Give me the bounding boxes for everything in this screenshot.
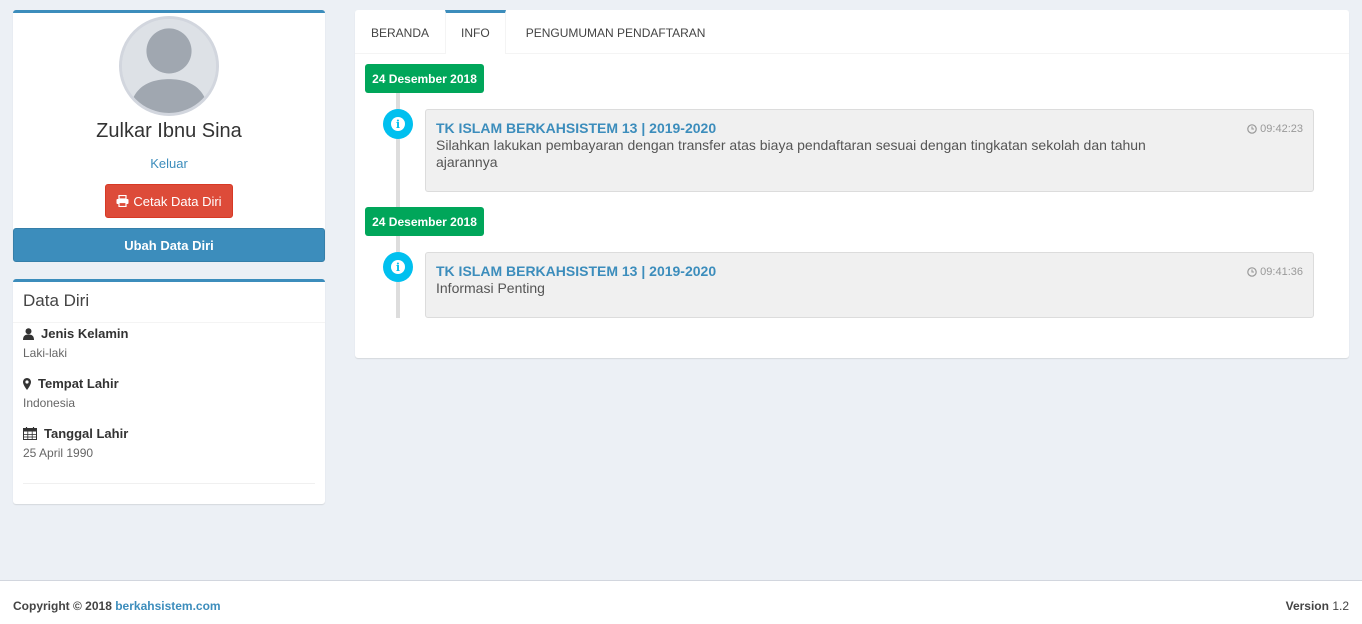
edit-data-button[interactable]: Ubah Data Diri: [13, 228, 325, 262]
footer: Copyright © 2018 berkahsistem.com Versio…: [0, 580, 1362, 624]
timeline-item-body: Informasi Penting: [436, 280, 545, 296]
timeline-item-title[interactable]: TK ISLAM BERKAHSISTEM 13 | 2019-2020: [436, 263, 1303, 279]
timeline-date-label: 24 Desember 2018: [365, 207, 484, 236]
clock-icon: [1247, 267, 1257, 277]
timeline-time-text: 09:42:23: [1260, 123, 1303, 135]
site-link[interactable]: berkahsistem.com: [115, 599, 220, 613]
timeline-item-time: 09:42:23: [1247, 123, 1303, 135]
timeline-date-label: 24 Desember 2018: [365, 64, 484, 93]
data-item-value: 25 April 1990: [23, 446, 94, 460]
timeline-item-title[interactable]: TK ISLAM BERKAHSISTEM 13 | 2019-2020: [436, 120, 1303, 136]
user-icon: [23, 327, 34, 340]
data-item-gender: Jenis Kelamin Laki-laki: [23, 326, 315, 360]
clock-icon: [1247, 124, 1257, 134]
data-item-birthplace: Tempat Lahir Indonesia: [23, 376, 315, 410]
data-item-value: Indonesia: [23, 396, 76, 410]
divider: [23, 483, 315, 484]
data-diri-box: Data Diri Jenis Kelamin Laki-laki Tempat…: [13, 279, 325, 504]
data-item-birthdate: Tanggal Lahir 25 April 1990: [23, 426, 315, 460]
info-icon: i: [383, 252, 413, 282]
timeline-item: TK ISLAM BERKAHSISTEM 13 | 2019-2020 09:…: [425, 252, 1314, 318]
data-item-label: Tanggal Lahir: [44, 426, 129, 441]
version-label: Version: [1285, 599, 1329, 613]
timeline-item-body: Silahkan lakukan pembayaran dengan trans…: [436, 137, 1146, 170]
map-marker-icon: [23, 377, 31, 390]
version-number: 1.2: [1332, 599, 1349, 613]
data-item-value: Laki-laki: [23, 346, 68, 360]
data-item-label: Tempat Lahir: [38, 376, 119, 391]
tab-pengumuman-pendaftaran[interactable]: PENGUMUMAN PENDAFTARAN: [506, 10, 726, 54]
print-icon: [116, 195, 129, 207]
info-icon: i: [383, 109, 413, 139]
profile-name: Zulkar Ibnu Sina: [96, 120, 242, 142]
profile-box: Zulkar Ibnu Sina Keluar Cetak Data Diri …: [13, 10, 325, 262]
timeline-item: TK ISLAM BERKAHSISTEM 13 | 2019-2020 09:…: [425, 109, 1314, 192]
print-button-label: Cetak Data Diri: [133, 193, 222, 209]
data-item-label: Jenis Kelamin: [41, 326, 129, 341]
calendar-icon: [23, 427, 37, 440]
avatar: [119, 16, 219, 116]
copyright-text: Copyright © 2018: [13, 599, 112, 613]
tab-beranda[interactable]: BERANDA: [355, 10, 445, 54]
tabs-box: BERANDA INFO PENGUMUMAN PENDAFTARAN 24 D…: [355, 10, 1349, 358]
tab-bar: BERANDA INFO PENGUMUMAN PENDAFTARAN: [355, 10, 1349, 54]
footer-copyright: Copyright © 2018 berkahsistem.com: [13, 599, 221, 613]
tab-info[interactable]: INFO: [445, 10, 506, 54]
avatar-placeholder-icon: [122, 19, 216, 113]
timeline-item-time: 09:41:36: [1247, 266, 1303, 278]
timeline-time-text: 09:41:36: [1260, 266, 1303, 278]
footer-version: Version 1.2: [1286, 599, 1349, 613]
print-data-button[interactable]: Cetak Data Diri: [105, 184, 233, 218]
logout-link[interactable]: Keluar: [13, 156, 325, 171]
data-diri-title: Data Diri: [13, 282, 325, 323]
